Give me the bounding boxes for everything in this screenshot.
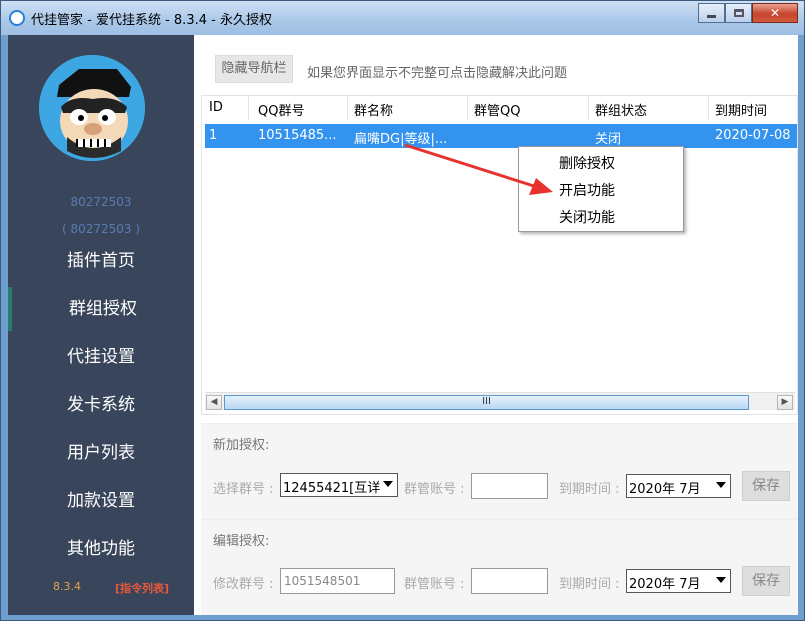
scroll-thumb[interactable]: III <box>224 395 749 410</box>
column-separator <box>588 96 589 120</box>
edit-auth-title: 编辑授权: <box>213 534 270 549</box>
new-auth-section: 新加授权: 选择群号 : 12455421[互详 群管账号 : 到期时间 : 2… <box>201 423 798 519</box>
window-title: 代挂管家 - 爱代挂系统 - 8.3.4 - 永久授权 <box>31 13 272 28</box>
new-group-value: 12455421[互详 <box>283 481 381 496</box>
column-header-id[interactable]: ID <box>209 100 223 115</box>
avatar[interactable] <box>39 55 145 161</box>
column-header-expiry[interactable]: 到期时间 <box>715 100 767 119</box>
minimize-icon <box>707 14 716 18</box>
edit-expiry-picker[interactable]: 2020年 7月 <box>626 569 731 593</box>
sidebar-item-card-system[interactable]: 发卡系统 <box>8 383 194 427</box>
new-group-select[interactable]: 12455421[互详 <box>280 473 398 497</box>
menu-item-enable-function[interactable]: 开启功能 <box>559 180 615 200</box>
new-save-button[interactable]: 保存 <box>742 471 790 501</box>
minimize-button[interactable] <box>698 3 725 23</box>
menu-item-disable-function[interactable]: 关闭功能 <box>559 207 615 227</box>
chevron-right-icon: ▶ <box>781 397 789 407</box>
avatar-image <box>39 55 145 161</box>
sidebar: 80272503 ( 80272503 ) 插件首页 群组授权 代挂设置 发卡系… <box>8 35 194 615</box>
horizontal-scrollbar[interactable]: ◀ III ▶ <box>205 392 795 410</box>
sidebar-item-home[interactable]: 插件首页 <box>8 239 194 283</box>
edit-save-button[interactable]: 保存 <box>742 566 790 596</box>
new-admin-input[interactable] <box>471 473 548 499</box>
maximize-icon <box>733 9 744 17</box>
chevron-left-icon: ◀ <box>210 397 218 407</box>
cell-group-name: 扁嘴DG|等级|... <box>354 132 448 147</box>
edit-admin-label: 群管账号 : <box>404 577 465 592</box>
close-icon: ✕ <box>769 6 781 20</box>
cell-id: 1 <box>209 128 218 143</box>
cell-expiry: 2020-07-08 <box>715 128 791 143</box>
column-separator <box>347 96 348 120</box>
edit-group-input[interactable]: 1051548501 <box>280 568 395 594</box>
main-panel: 隐藏导航栏 如果您界面显示不完整可点击隐藏解决此问题 ID QQ群号 群名称 群… <box>201 35 798 615</box>
column-header-admin-qq[interactable]: 群管QQ <box>474 100 520 119</box>
sidebar-item-other-functions[interactable]: 其他功能 <box>8 527 194 571</box>
scroll-left-button[interactable]: ◀ <box>206 395 222 410</box>
new-admin-label: 群管账号 : <box>404 482 465 497</box>
context-menu: 删除授权 开启功能 关闭功能 <box>518 146 684 232</box>
app-icon <box>9 10 25 26</box>
column-header-status[interactable]: 群组状态 <box>595 100 647 119</box>
group-table: ID QQ群号 群名称 群管QQ 群组状态 到期时间 1 10515485...… <box>201 95 798 415</box>
version-label: 8.3.4 <box>53 580 81 593</box>
menu-item-delete-auth[interactable]: 删除授权 <box>559 153 615 173</box>
cell-status: 关闭 <box>595 132 622 147</box>
app-window: 代挂管家 - 爱代挂系统 - 8.3.4 - 永久授权 ✕ 80272503 (… <box>0 0 805 621</box>
account-id: 80272503 <box>70 195 132 209</box>
edit-expiry-label: 到期时间 : <box>559 577 620 592</box>
new-expiry-value: 2020年 7月 <box>629 482 701 497</box>
hint-text: 如果您界面显示不完整可点击隐藏解决此问题 <box>307 66 568 81</box>
edit-group-label: 修改群号 : <box>213 577 274 592</box>
table-row[interactable]: 1 10515485... 扁嘴DG|等级|... 关闭 2020-07-08 <box>205 124 797 148</box>
column-header-group-no[interactable]: QQ群号 <box>258 100 304 119</box>
title-bar[interactable]: 代挂管家 - 爱代挂系统 - 8.3.4 - 永久授权 ✕ <box>1 1 804 35</box>
account-id-paren: ( 80272503 ) <box>61 222 141 236</box>
chevron-down-icon <box>716 577 726 583</box>
command-list-link[interactable]: [指令列表] <box>115 580 169 596</box>
column-separator <box>248 96 249 120</box>
sidebar-item-hosting-settings[interactable]: 代挂设置 <box>8 335 194 379</box>
hide-nav-button[interactable]: 隐藏导航栏 <box>215 55 293 83</box>
maximize-button[interactable] <box>725 3 752 23</box>
chevron-down-icon <box>383 481 393 487</box>
column-header-group-name[interactable]: 群名称 <box>354 100 393 119</box>
edit-expiry-value: 2020年 7月 <box>629 577 701 592</box>
sidebar-item-payment-settings[interactable]: 加款设置 <box>8 479 194 523</box>
client-area: 80272503 ( 80272503 ) 插件首页 群组授权 代挂设置 发卡系… <box>8 35 798 615</box>
cell-group-no: 10515485... <box>258 128 337 143</box>
new-auth-title: 新加授权: <box>213 438 270 453</box>
edit-admin-input[interactable] <box>471 568 548 594</box>
sidebar-item-group-auth[interactable]: 群组授权 <box>8 287 194 331</box>
close-button[interactable]: ✕ <box>752 3 798 23</box>
new-expiry-label: 到期时间 : <box>559 482 620 497</box>
edit-auth-section: 编辑授权: 修改群号 : 1051548501 群管账号 : 到期时间 : 20… <box>201 519 798 615</box>
column-separator <box>467 96 468 120</box>
scroll-right-button[interactable]: ▶ <box>777 395 793 410</box>
chevron-down-icon <box>716 482 726 488</box>
new-group-label: 选择群号 : <box>213 482 274 497</box>
new-expiry-picker[interactable]: 2020年 7月 <box>626 474 731 498</box>
sidebar-item-user-list[interactable]: 用户列表 <box>8 431 194 475</box>
column-separator <box>708 96 709 120</box>
